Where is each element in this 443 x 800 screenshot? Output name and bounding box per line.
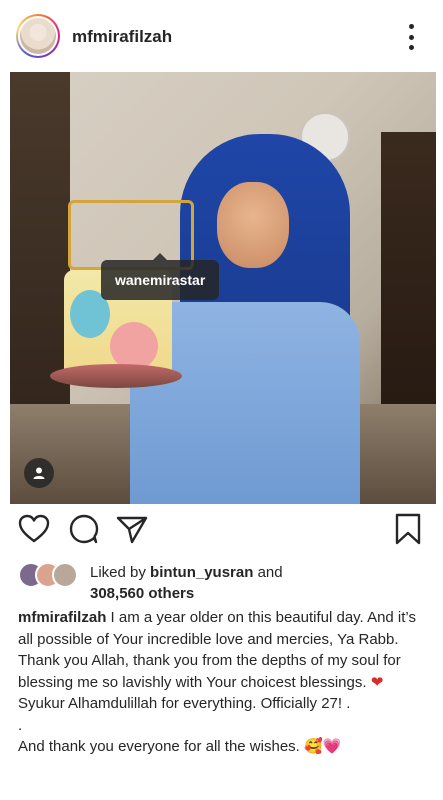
- post-photo[interactable]: wanemirastar: [10, 72, 436, 504]
- caption-text-3: And thank you everyone for all the wishe…: [18, 738, 300, 755]
- avatar-image: [20, 18, 56, 54]
- likes-text[interactable]: Liked by bintun_yusran and 308,560 other…: [90, 562, 283, 604]
- likes-count[interactable]: 308,560 others: [90, 585, 194, 602]
- caption-username[interactable]: mfmirafilzah: [18, 609, 106, 626]
- like-button[interactable]: [17, 512, 51, 546]
- comment-icon: [69, 514, 99, 544]
- more-options-icon[interactable]: [401, 24, 421, 50]
- caption-text-2: Syukur Alhamdulillah for everything. Off…: [18, 695, 351, 712]
- share-icon: [116, 516, 148, 544]
- post-header: mfmirafilzah: [0, 0, 443, 74]
- comment-button[interactable]: [67, 512, 101, 546]
- caption-dot: .: [18, 716, 23, 734]
- photo-cake-flower: [110, 322, 158, 370]
- likes-summary: Liked by bintun_yusran and 308,560 other…: [18, 560, 438, 604]
- tagged-user-button[interactable]: [24, 458, 54, 488]
- post-actions: [0, 512, 443, 552]
- avatar[interactable]: [16, 14, 60, 58]
- heart-emoji: ❤: [370, 673, 384, 691]
- photo-cake-plate: [50, 364, 182, 388]
- photo-person-face: [217, 182, 289, 268]
- username[interactable]: mfmirafilzah: [72, 27, 172, 47]
- user-icon: [33, 467, 45, 479]
- bookmark-icon: [395, 513, 421, 545]
- likes-conjunction: and: [257, 564, 283, 581]
- liker-avatar[interactable]: [52, 562, 78, 588]
- smiling-face-emoji: 🥰: [304, 738, 323, 755]
- share-button[interactable]: [115, 512, 149, 546]
- save-button[interactable]: [393, 512, 427, 546]
- caption: mfmirafilzah I am a year older on this b…: [18, 607, 432, 758]
- pink-heart-emoji: 💗: [322, 738, 342, 755]
- avatar-inner: [18, 16, 58, 56]
- heart-icon: [18, 514, 50, 543]
- likes-prefix: Liked by: [90, 564, 146, 581]
- liker-username[interactable]: bintun_yusran: [150, 564, 253, 581]
- user-tag[interactable]: wanemirastar: [101, 253, 220, 300]
